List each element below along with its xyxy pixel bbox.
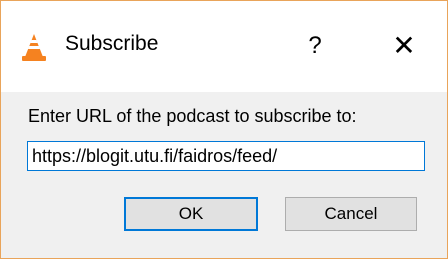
subscribe-dialog: Subscribe ? ✕ Enter URL of the podcast t… <box>0 0 448 259</box>
prompt-label: Enter URL of the podcast to subscribe to… <box>28 106 357 126</box>
cancel-button[interactable]: Cancel <box>285 197 417 231</box>
title-bar: Subscribe ? ✕ <box>1 1 447 92</box>
vlc-cone-icon <box>21 33 47 63</box>
url-input[interactable] <box>27 141 425 171</box>
help-button[interactable]: ? <box>292 23 338 69</box>
close-button[interactable]: ✕ <box>381 23 427 69</box>
ok-button[interactable]: OK <box>124 197 258 231</box>
window-title: Subscribe <box>65 32 159 55</box>
